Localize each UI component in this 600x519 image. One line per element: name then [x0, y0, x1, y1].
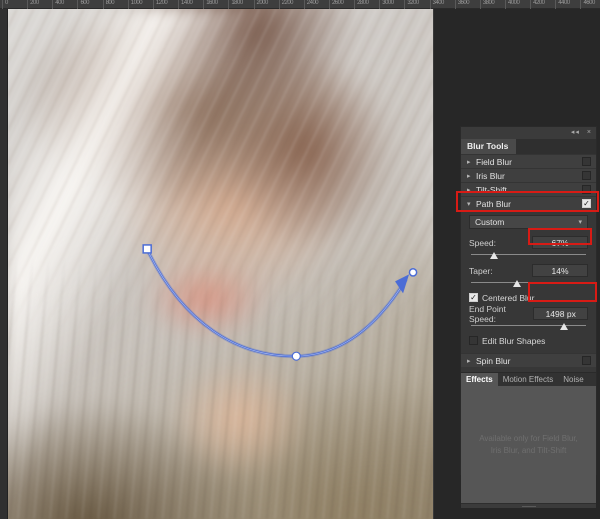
- iris-blur-checkbox[interactable]: [582, 171, 591, 180]
- ruler-tick: 3400: [429, 0, 444, 9]
- ruler-tick: 600: [77, 0, 89, 9]
- tab-motion-effects[interactable]: Motion Effects: [498, 373, 559, 386]
- blur-path-mid-point[interactable]: [291, 351, 301, 361]
- tab-blur-tools[interactable]: Blur Tools: [461, 139, 517, 154]
- blur-path-overlay[interactable]: [8, 9, 433, 518]
- edit-blur-shapes-checkbox[interactable]: [469, 336, 478, 345]
- ruler-tick: 1600: [203, 0, 218, 9]
- ruler-tick: 1000: [127, 0, 143, 9]
- end-point-speed-value-field[interactable]: 1498 px: [533, 307, 588, 320]
- chevron-down-icon[interactable]: ▾: [467, 200, 476, 208]
- spin-blur-label: Spin Blur: [476, 355, 511, 366]
- effects-unavailable-message-line2: Iris Blur, and Tilt-Shift: [490, 445, 567, 455]
- close-panel-icon[interactable]: ×: [587, 129, 592, 136]
- chevron-right-icon[interactable]: ▸: [467, 186, 476, 194]
- edit-blur-shapes-label: Edit Blur Shapes: [482, 335, 546, 346]
- path-blur-options: Custom ▾ Speed: 67% Taper: 14% ✓ Centere…: [461, 210, 596, 353]
- taper-slider[interactable]: [471, 279, 586, 288]
- collapse-panel-icon[interactable]: ◂◂: [571, 129, 580, 136]
- path-blur-preset-dropdown[interactable]: Custom ▾: [469, 215, 588, 229]
- spin-blur-checkbox[interactable]: [582, 356, 591, 365]
- field-blur-checkbox[interactable]: [582, 157, 591, 166]
- speed-slider[interactable]: [471, 251, 586, 260]
- preset-value: Custom: [475, 217, 505, 227]
- ruler-tick: 2200: [278, 0, 294, 9]
- tilt-shift-checkbox[interactable]: [582, 185, 591, 194]
- blur-tools-panel: ◂◂ × Blur Tools ▸ Field Blur ▸ Iris Blur…: [460, 126, 597, 508]
- ruler-tick: 4400: [555, 0, 570, 9]
- panel-resize-grip[interactable]: [461, 503, 596, 508]
- effects-unavailable-message-line1: Available only for Field Blur,: [479, 433, 578, 443]
- blur-path-curve[interactable]: [145, 248, 407, 358]
- horizontal-ruler: 0 200 400 600 800 1000 1200 1400 1600 1800 2000 220…: [0, 0, 600, 9]
- tab-effects[interactable]: Effects: [461, 373, 498, 386]
- ruler-tick: 200: [27, 0, 39, 9]
- taper-label: Taper:: [469, 265, 493, 276]
- slider-track: [471, 282, 586, 283]
- centered-blur-checkbox[interactable]: ✓: [469, 293, 478, 302]
- speed-slider-thumb[interactable]: [490, 252, 498, 259]
- blur-path-glow: [144, 247, 408, 359]
- ruler-tick: 2800: [354, 0, 369, 9]
- effects-tab-bar: Effects Motion Effects Noise: [461, 372, 596, 386]
- tilt-shift-label: Tilt-Shift: [476, 184, 507, 195]
- effects-panel-content: Available only for Field Blur, Iris Blur…: [461, 386, 596, 503]
- ruler-tick: 4000: [505, 0, 520, 9]
- chevron-right-icon[interactable]: ▸: [467, 172, 476, 180]
- path-blur-label: Path Blur: [476, 198, 511, 209]
- field-blur-label: Field Blur: [476, 156, 512, 167]
- chevron-right-icon[interactable]: ▸: [467, 158, 476, 166]
- ruler-tick: 2400: [303, 0, 319, 9]
- ruler-tick: 4600: [580, 0, 595, 9]
- blur-path-start-point[interactable]: [142, 244, 152, 254]
- taper-slider-thumb[interactable]: [513, 280, 521, 287]
- ruler-tick: 0: [2, 0, 8, 9]
- panel-header: ◂◂ ×: [461, 127, 596, 139]
- path-blur-checkbox[interactable]: ✓: [582, 199, 591, 208]
- photoshop-blur-gallery: 0 200 400 600 800 1000 1200 1400 1600 1800 2000 220…: [0, 0, 600, 519]
- speed-label: Speed:: [469, 237, 496, 248]
- iris-blur-label: Iris Blur: [476, 170, 505, 181]
- centered-blur-row[interactable]: ✓ Centered Blur: [469, 291, 588, 304]
- ruler-tick: 400: [52, 0, 64, 9]
- end-point-speed-slider[interactable]: [471, 322, 586, 331]
- end-point-speed-label: End Point Speed:: [469, 303, 506, 324]
- tab-noise[interactable]: Noise: [558, 373, 588, 386]
- edit-blur-shapes-row[interactable]: Edit Blur Shapes: [469, 334, 588, 347]
- taper-value-field[interactable]: 14%: [532, 264, 588, 277]
- slider-track: [471, 254, 586, 255]
- ruler-tick: 1400: [178, 0, 193, 9]
- tool-row-field-blur[interactable]: ▸ Field Blur: [461, 154, 596, 168]
- tool-row-spin-blur[interactable]: ▸ Spin Blur: [461, 353, 596, 367]
- ruler-tick: 1200: [152, 0, 168, 9]
- slider-track: [471, 325, 586, 326]
- ruler-tick: 800: [102, 0, 115, 9]
- tool-row-iris-blur[interactable]: ▸ Iris Blur: [461, 168, 596, 182]
- ruler-tick: 3000: [379, 0, 394, 9]
- vertical-ruler: [0, 9, 8, 519]
- ruler-tick: 2600: [328, 0, 344, 9]
- speed-value-field[interactable]: 67%: [532, 236, 588, 249]
- document-canvas[interactable]: [8, 9, 434, 519]
- tool-row-tilt-shift[interactable]: ▸ Tilt-Shift: [461, 182, 596, 196]
- centered-blur-label: Centered Blur: [482, 292, 535, 303]
- chevron-down-icon: ▾: [578, 219, 582, 226]
- tool-row-path-blur[interactable]: ▾ Path Blur ✓: [461, 196, 596, 210]
- end-point-speed-slider-thumb[interactable]: [560, 323, 569, 330]
- ruler-tick: 4200: [530, 0, 545, 9]
- panel-tab-row: Blur Tools: [461, 139, 596, 154]
- ruler-tick: 3200: [404, 0, 419, 9]
- ruler-tick: 3600: [454, 0, 470, 9]
- ruler-tick: 3800: [479, 0, 495, 9]
- ruler-tick: 1800: [228, 0, 243, 9]
- ruler-tick: 2000: [253, 0, 268, 9]
- chevron-right-icon[interactable]: ▸: [467, 357, 476, 365]
- blur-path-highlight: [146, 248, 407, 357]
- blur-path-end-point[interactable]: [408, 268, 418, 277]
